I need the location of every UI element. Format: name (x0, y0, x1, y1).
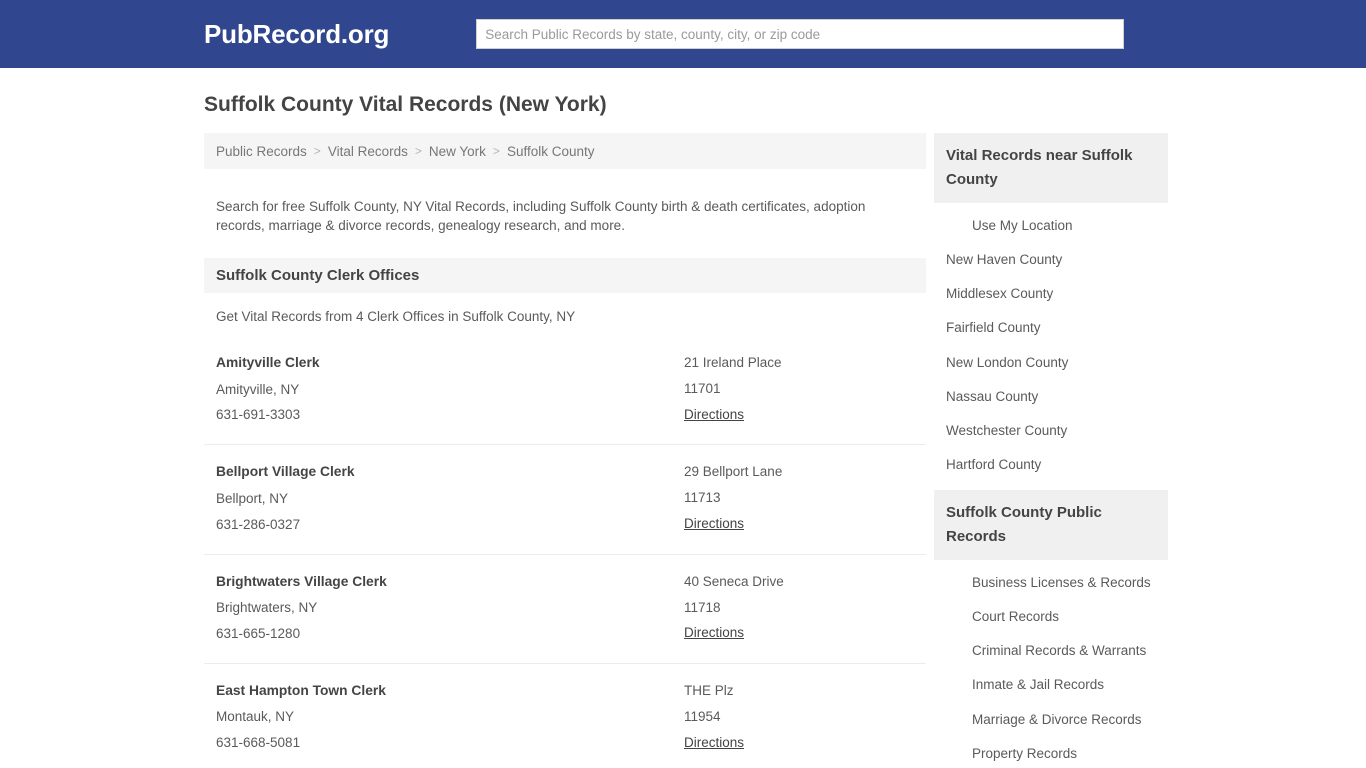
sidebar-item-fairfield-county[interactable]: Fairfield County (934, 311, 1168, 345)
listing-directions-wrap: Directions (684, 402, 914, 428)
sections-container: Suffolk County Clerk Offices Get Vital Re… (204, 258, 926, 768)
listing-right-column: 21 Ireland Place 11701 Directions (684, 350, 914, 428)
site-header: PubRecord.org (0, 0, 1366, 68)
listing-office-name[interactable]: Bellport Village Clerk (216, 459, 684, 485)
directions-link[interactable]: Directions (684, 620, 744, 646)
listing-zip: 11701 (684, 380, 721, 396)
sidebar-item-new-london-county[interactable]: New London County (934, 346, 1168, 380)
listing-city-state: Montauk, NY (216, 709, 295, 725)
breadcrumb-separator: > (492, 144, 500, 159)
section-header-band: Suffolk County Clerk Offices (204, 258, 926, 294)
listing-office-name[interactable]: Brightwaters Village Clerk (216, 569, 684, 595)
sidebar-panel-list: Use My Location New Haven County Middlesex… (934, 203, 1168, 483)
sidebar-item-nassau-county[interactable]: Nassau County (934, 380, 1168, 414)
listing-zip: 11954 (684, 708, 721, 724)
listing-left-column: Brightwaters Village Clerk Brightwaters, … (216, 569, 684, 647)
sidebar-item-hartford-county[interactable]: Hartford County (934, 448, 1168, 482)
sidebar-item-inmate-and-jail-records[interactable]: Inmate & Jail Records (934, 668, 1168, 702)
listing-address: 29 Bellport Lane (684, 464, 783, 480)
breadcrumb: Public Records > Vital Records > New York > Su… (204, 133, 926, 170)
listing-directions-wrap: Directions (684, 730, 914, 756)
breadcrumb-item-3[interactable]: New York (429, 144, 486, 159)
listing-row: East Hampton Town Clerk Montauk, NY 631-66… (204, 664, 926, 768)
sidebar-panel: Vital Records near Suffolk County Use My … (934, 133, 1168, 482)
listing-city-state: Brightwaters, NY (216, 600, 318, 616)
listing-zip: 11718 (684, 599, 721, 615)
breadcrumb-separator: > (313, 144, 321, 159)
sidebar-panel-title: Suffolk County Public Records (946, 504, 1102, 545)
sidebar-item-new-haven-county[interactable]: New Haven County (934, 243, 1168, 277)
search-input[interactable] (476, 19, 1125, 49)
page-body: Suffolk County Vital Records (New York) … (0, 68, 1366, 768)
sidebar-item-property-records[interactable]: Property Records (934, 737, 1168, 768)
sidebar-panel: Suffolk County Public Records Business Li… (934, 490, 1168, 768)
listing-row: Brightwaters Village Clerk Brightwaters, … (204, 555, 926, 664)
directions-link[interactable]: Directions (684, 511, 744, 537)
listing-directions-wrap: Directions (684, 511, 914, 537)
listing-zip: 11713 (684, 490, 721, 506)
listing-city-state: Bellport, NY (216, 490, 289, 506)
page-intro: Search for free Suffolk County, NY Vital… (216, 198, 866, 234)
listing-right-column: 29 Bellport Lane 11713 Directions (684, 459, 914, 537)
listing-address: THE Plz (684, 682, 734, 698)
header-inner: PubRecord.org (0, 19, 1366, 50)
listing-phone: 631-286-0327 (216, 516, 301, 532)
listing-right-column: THE Plz 11954 Directions (684, 678, 914, 756)
breadcrumb-item-4[interactable]: Suffolk County (507, 144, 595, 159)
listing-office-name[interactable]: East Hampton Town Clerk (216, 678, 684, 704)
listing-left-column: East Hampton Town Clerk Montauk, NY 631-66… (216, 678, 684, 756)
listing-row: Bellport Village Clerk Bellport, NY 631-28… (204, 445, 926, 555)
listing-address: 21 Ireland Place (684, 355, 782, 371)
listing-list: Amityville Clerk Amityville, NY 631-691-33… (204, 336, 926, 768)
listing-row: Amityville Clerk Amityville, NY 631-691-33… (204, 336, 926, 446)
listing-city-state: Amityville, NY (216, 381, 300, 397)
sidebar-item-westchester-county[interactable]: Westchester County (934, 414, 1168, 448)
sidebar-panel-title: Vital Records near Suffolk County (946, 147, 1133, 188)
sidebar-panel-header: Vital Records near Suffolk County (934, 133, 1168, 203)
sidebar-item-court-records[interactable]: Court Records (934, 600, 1168, 634)
sidebar-panel-header: Suffolk County Public Records (934, 490, 1168, 560)
breadcrumb-item-2[interactable]: Vital Records (328, 144, 408, 159)
sidebar-item-marriage-and-divorce-records[interactable]: Marriage & Divorce Records (934, 703, 1168, 737)
main-content: Public Records > Vital Records > New York > Su… (204, 133, 926, 768)
listing-phone: 631-668-5081 (216, 735, 301, 751)
listing-right-column: 40 Seneca Drive 11718 Directions (684, 569, 914, 647)
breadcrumb-item-1[interactable]: Public Records (216, 144, 307, 159)
directions-link[interactable]: Directions (684, 730, 744, 756)
sidebar-item-middlesex-county[interactable]: Middlesex County (934, 277, 1168, 311)
site-logo[interactable]: PubRecord.org (204, 19, 389, 50)
sidebar-item-business-licenses-and-records[interactable]: Business Licenses & Records (934, 566, 1168, 600)
listing-left-column: Bellport Village Clerk Bellport, NY 631-28… (216, 459, 684, 537)
sidebar-panel-list: Business Licenses & Records Court Records… (934, 560, 1168, 768)
listing-address: 40 Seneca Drive (684, 573, 784, 589)
sidebar: Vital Records near Suffolk County Use My … (934, 133, 1168, 768)
breadcrumb-separator: > (414, 144, 422, 159)
listing-directions-wrap: Directions (684, 620, 914, 646)
listing-office-name[interactable]: Amityville Clerk (216, 350, 684, 376)
section-heading: Suffolk County Clerk Offices (216, 267, 420, 285)
content-columns: Public Records > Vital Records > New York > Su… (0, 133, 1366, 768)
directions-link[interactable]: Directions (684, 402, 744, 428)
listing-phone: 631-665-1280 (216, 626, 301, 641)
sidebar-item-use-my-location[interactable]: Use My Location (934, 209, 1168, 243)
page-title: Suffolk County Vital Records (New York) (204, 93, 607, 116)
section-subtitle: Get Vital Records from 4 Clerk Offices i… (216, 309, 576, 325)
search-container (476, 19, 1125, 49)
sidebar-item-criminal-records-and-warrants[interactable]: Criminal Records & Warrants (934, 634, 1168, 668)
listing-phone: 631-691-3303 (216, 407, 301, 423)
listing-left-column: Amityville Clerk Amityville, NY 631-691-33… (216, 350, 684, 428)
